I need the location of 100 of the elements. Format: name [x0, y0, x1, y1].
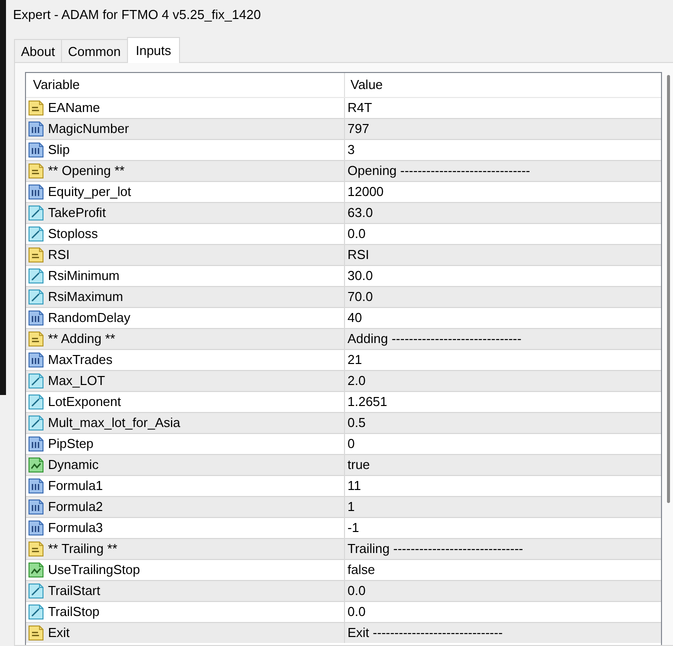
value-text[interactable]: Trailing ------------------------------ — [348, 540, 524, 556]
document-bars-icon — [28, 520, 44, 536]
value-text[interactable]: 1.2651 — [348, 394, 388, 408]
value-text[interactable]: 11 — [348, 478, 361, 492]
table-row[interactable]: MaxTrades 21 — [26, 349, 661, 370]
table-row[interactable]: TrailStart 0.0 — [26, 580, 661, 601]
variable-name: ** Adding ** — [48, 330, 116, 348]
value-text[interactable]: 0.0 — [348, 582, 366, 598]
tab[interactable]: Inputs — [126, 37, 180, 63]
value-text[interactable]: 63.0 — [348, 204, 373, 220]
variable-name: Slip — [48, 140, 70, 159]
document-bars-icon — [28, 142, 44, 158]
scrollbar-thumb[interactable] — [667, 75, 670, 503]
value-text[interactable]: 797 — [348, 120, 370, 136]
variable-name: TrailStop — [48, 602, 100, 621]
table-row[interactable]: Max_LOT 2.0 — [26, 370, 661, 391]
table-row[interactable]: Formula3 -1 — [26, 517, 661, 538]
value-text[interactable]: 3 — [348, 142, 355, 156]
window-title: Expert - ADAM for FTMO 4 v5.25_fix_1420 — [13, 7, 261, 22]
value-text[interactable]: 30.0 — [348, 268, 373, 282]
value-text[interactable]: 0.0 — [348, 604, 366, 618]
tab[interactable]: About — [14, 39, 62, 62]
document-slash-icon — [28, 226, 44, 242]
table-row[interactable]: EAName R4T — [26, 97, 661, 118]
column-header[interactable]: Value — [344, 73, 661, 97]
value-text[interactable]: 2.0 — [348, 372, 366, 388]
value-text[interactable]: R4T — [348, 100, 372, 114]
table-row[interactable]: Exit Exit ------------------------------ — [26, 622, 661, 643]
table-row[interactable]: RsiMaximum 70.0 — [26, 286, 661, 307]
table-row[interactable]: Formula1 11 — [26, 475, 661, 496]
variable-name: TrailStart — [48, 582, 100, 600]
value-text[interactable]: true — [348, 456, 370, 472]
table-row[interactable]: PipStep 0 — [26, 433, 661, 454]
document-zigzag-icon — [28, 562, 44, 578]
table-row[interactable]: ** Trailing ** Trailing ------------------------------ — [26, 538, 661, 559]
table-row[interactable]: Formula2 1 — [26, 496, 661, 517]
document-lines-icon — [28, 624, 44, 641]
document-bars-icon — [28, 478, 44, 494]
document-lines-icon — [28, 330, 44, 346]
document-slash-icon — [28, 582, 44, 598]
document-bars-icon — [28, 436, 44, 452]
document-lines-icon — [28, 540, 44, 556]
table-row[interactable]: Dynamic true — [26, 454, 661, 475]
value-text[interactable]: Exit ------------------------------ — [348, 624, 503, 640]
variable-name: Formula3 — [48, 518, 103, 536]
document-slash-icon — [28, 394, 44, 410]
table-row[interactable]: LotExponent 1.2651 — [26, 391, 661, 412]
value-text[interactable]: Adding ------------------------------ — [348, 330, 522, 346]
table-row[interactable]: TrailStop 0.0 — [26, 601, 661, 622]
table-row[interactable]: TakeProfit 63.0 — [26, 202, 661, 223]
document-bars-icon — [28, 310, 44, 326]
variable-name: Max_LOT — [48, 372, 106, 390]
variable-name: RsiMaximum — [48, 288, 124, 306]
variable-name: Exit — [48, 624, 70, 642]
table-row[interactable]: ** Opening ** Opening ------------------------------ — [26, 160, 661, 181]
variable-name: Formula2 — [48, 498, 103, 516]
variable-name: Dynamic — [48, 456, 99, 474]
document-bars-icon — [28, 352, 44, 368]
table-row[interactable]: Equity_per_lot 12000 — [26, 181, 661, 202]
document-slash-icon — [28, 204, 44, 220]
value-text[interactable]: 0.0 — [348, 226, 366, 240]
document-lines-icon — [28, 246, 44, 262]
document-slash-icon — [28, 372, 44, 388]
document-slash-icon — [28, 414, 44, 430]
table-row[interactable]: Stoploss 0.0 — [26, 223, 661, 244]
value-text[interactable]: 21 — [348, 352, 362, 366]
value-text[interactable]: 40 — [348, 310, 362, 324]
column-header[interactable]: Variable — [26, 73, 344, 97]
variable-name: ** Opening ** — [48, 162, 125, 180]
variable-name: TakeProfit — [48, 204, 106, 222]
value-text[interactable]: 12000 — [348, 184, 384, 198]
variable-name: RsiMinimum — [48, 266, 120, 284]
table-row[interactable]: RandomDelay 40 — [26, 307, 661, 328]
value-text[interactable]: 0.5 — [348, 414, 366, 430]
variable-name: ** Trailing ** — [48, 540, 118, 558]
variable-name: RSI — [48, 246, 70, 264]
table-row[interactable]: RsiMinimum 30.0 — [26, 265, 661, 286]
value-text[interactable]: 0 — [348, 436, 355, 450]
variable-name: Mult_max_lot_for_Asia — [48, 414, 180, 432]
variable-name: MaxTrades — [48, 350, 113, 368]
document-slash-icon — [28, 268, 44, 284]
document-lines-icon — [28, 100, 44, 116]
value-text[interactable]: Opening ------------------------------ — [348, 162, 530, 178]
document-bars-icon — [28, 184, 44, 200]
table-row[interactable]: Slip 3 — [26, 139, 661, 160]
table-row[interactable]: ** Adding ** Adding ------------------------------ — [26, 328, 661, 349]
value-text[interactable]: false — [348, 562, 375, 576]
value-text[interactable]: -1 — [348, 520, 360, 534]
variable-name: Formula1 — [48, 476, 103, 494]
document-slash-icon — [28, 288, 44, 304]
value-text[interactable]: 1 — [348, 498, 355, 514]
table-row[interactable]: UseTrailingStop false — [26, 559, 661, 580]
document-lines-icon — [28, 162, 44, 178]
value-text[interactable]: 70.0 — [348, 288, 373, 304]
value-text[interactable]: RSI — [348, 246, 370, 262]
table-row[interactable]: RSI RSI — [26, 244, 661, 265]
variable-name: MagicNumber — [48, 120, 129, 138]
table-row[interactable]: MagicNumber 797 — [26, 118, 661, 139]
table-row[interactable]: Mult_max_lot_for_Asia 0.5 — [26, 412, 661, 433]
document-bars-icon — [28, 498, 44, 514]
